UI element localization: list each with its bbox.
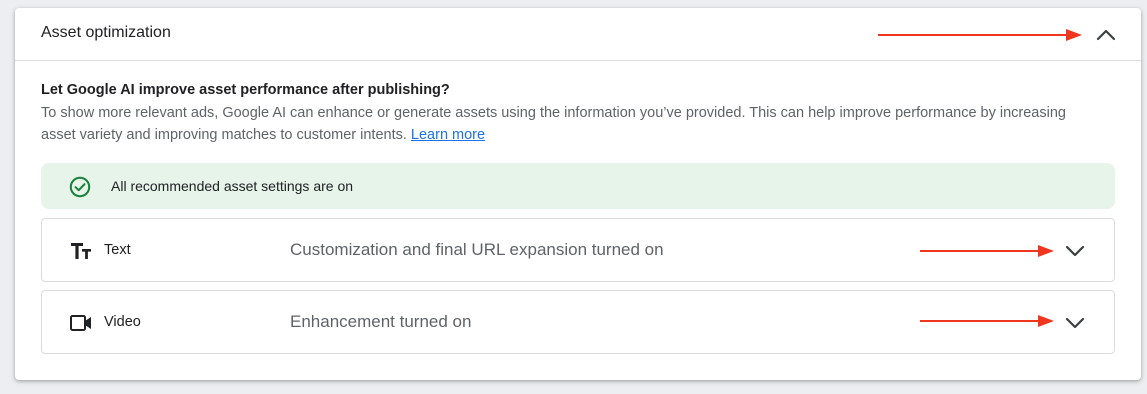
asset-label-video: Video	[104, 314, 141, 330]
chevron-up-icon	[1096, 29, 1116, 41]
learn-more-link[interactable]: Learn more	[411, 127, 485, 143]
video-camera-icon	[70, 315, 91, 331]
banner-text: All recommended asset settings are on	[111, 178, 354, 194]
panel-header[interactable]: Asset optimization	[15, 8, 1141, 61]
asset-row-video[interactable]: Video Enhancement turned on	[41, 290, 1115, 354]
annotation-arrow-icon	[920, 245, 1054, 257]
annotation-arrow-icon	[920, 315, 1054, 327]
optimization-description: To show more relevant ads, Google AI can…	[41, 102, 1101, 146]
asset-row-text[interactable]: Text Customization and final URL expansi…	[41, 218, 1115, 282]
expand-text-button[interactable]	[1062, 238, 1088, 264]
asset-optimization-panel: Asset optimization Let Google AI improve…	[15, 8, 1141, 380]
asset-label-text: Text	[104, 242, 131, 258]
text-format-icon	[71, 243, 91, 259]
chevron-down-icon	[1065, 245, 1085, 257]
optimization-question: Let Google AI improve asset performance …	[41, 82, 450, 98]
status-banner: All recommended asset settings are on	[41, 163, 1115, 209]
collapse-button[interactable]	[1093, 22, 1119, 48]
chevron-down-icon	[1065, 317, 1085, 329]
asset-status-text: Customization and final URL expansion tu…	[290, 240, 664, 259]
expand-video-button[interactable]	[1062, 310, 1088, 336]
annotation-arrow-icon	[878, 29, 1082, 41]
description-text: To show more relevant ads, Google AI can…	[41, 105, 1066, 143]
asset-status-video: Enhancement turned on	[290, 312, 472, 331]
panel-title: Asset optimization	[41, 24, 171, 41]
check-circle-icon	[69, 176, 91, 198]
